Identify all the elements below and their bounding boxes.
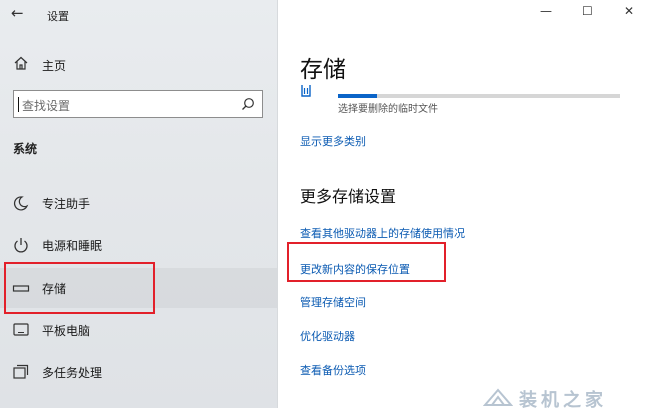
moon-icon [13,196,29,211]
sidebar-item-label: 专注助手 [42,197,91,211]
window-title: 设置 [47,10,69,23]
more-storage-settings-heading: 更多存储设置 [300,187,397,206]
multitasking-icon [13,364,29,379]
page-title: 存储 [300,57,346,83]
usage-bar-fill [338,94,378,98]
sidebar-item-label: 电源和睡眠 [42,239,103,253]
sidebar-item-label: 主页 [42,59,67,73]
back-arrow-icon[interactable]: ← [11,4,24,22]
optimize-drives-link[interactable]: 优化驱动器 [300,328,355,344]
sidebar-item-home[interactable]: 主页 [0,50,278,78]
sidebar-item-focus-assist[interactable]: 专注助手 [0,183,278,223]
watermark: 装机之家 [483,384,650,411]
minimize-button[interactable]: — [540,4,552,18]
sidebar-item-power-sleep[interactable]: 电源和睡眠 [0,225,278,265]
temp-files-label: 选择要删除的临时文件 [338,104,438,115]
section-label-system: 系统 [13,142,38,156]
manage-storage-spaces-link[interactable]: 管理存储空间 [300,294,366,310]
search-input[interactable]: 查找设置 [13,90,263,118]
watermark-text: 装机之家 [519,390,607,411]
view-other-drives-link[interactable]: 查看其他驱动器上的存储使用情况 [300,225,465,241]
maximize-button[interactable]: ☐ [582,4,593,18]
highlight-box-save-location [287,242,446,282]
view-backup-options-link[interactable]: 查看备份选项 [300,362,366,378]
trash-icon [301,85,311,97]
temp-files-row[interactable]: 选择要删除的临时文件 [300,82,630,115]
sidebar-item-label: 多任务处理 [42,366,103,380]
tablet-icon [13,323,29,336]
settings-sidebar: ← 设置 主页 查找设置 系统 专注助手 电源和睡眠 存储 平板电脑 多任务处理 [0,0,278,408]
search-icon[interactable] [241,97,255,111]
show-more-categories-link[interactable]: 显示更多类别 [300,133,366,149]
close-button[interactable]: ✕ [624,4,634,18]
watermark-logo-icon [483,388,513,406]
sidebar-item-tablet[interactable]: 平板电脑 [0,310,278,350]
title-bar-left: ← 设置 [0,0,278,30]
sidebar-item-label: 平板电脑 [42,324,91,338]
storage-page: — ☐ ✕ 存储 选择要删除的临时文件 显示更多类别 更多存储设置 查看其他驱动… [279,0,650,408]
highlight-box-storage [4,262,155,314]
temp-files-usage-bar [338,94,620,98]
power-icon [14,238,28,253]
window-controls: — ☐ ✕ [530,0,650,26]
home-icon [14,56,28,70]
sidebar-item-multitasking[interactable]: 多任务处理 [0,352,278,392]
search-placeholder: 查找设置 [22,99,71,113]
text-caret [18,97,19,112]
